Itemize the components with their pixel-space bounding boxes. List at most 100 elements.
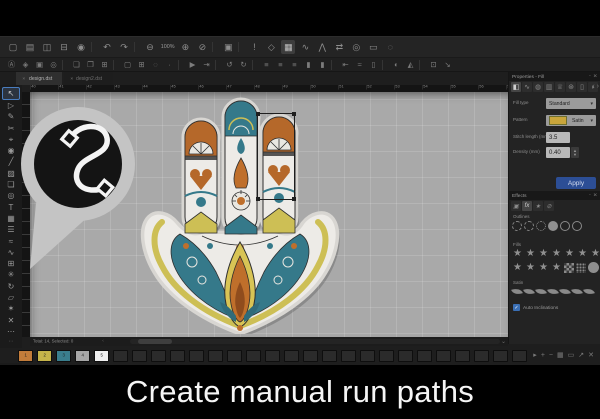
color-chip[interactable] <box>132 350 147 362</box>
fill-style-6[interactable]: ★ <box>577 248 588 259</box>
close-tab-icon[interactable]: × <box>70 76 73 81</box>
warning-icon[interactable]: ! <box>247 40 261 54</box>
save-icon[interactable]: ◫ <box>40 40 54 54</box>
outline-view-icon[interactable]: ◌ <box>383 40 397 54</box>
zoom-out-icon[interactable]: ⊖ <box>143 40 157 54</box>
dot-icon[interactable]: · <box>164 59 175 70</box>
color-chip[interactable] <box>493 350 508 362</box>
add-color-icon[interactable]: + <box>541 352 545 359</box>
node-view-icon[interactable]: ⋀ <box>315 40 329 54</box>
pin-icon[interactable]: ◦ <box>589 193 591 199</box>
effects-tool[interactable]: ✳ <box>3 270 19 281</box>
rotate-45-icon[interactable]: ◭ <box>405 59 416 70</box>
outline-style-4[interactable] <box>548 221 558 231</box>
outline-tool[interactable]: ▱ <box>3 292 19 303</box>
color-chip[interactable] <box>303 350 318 362</box>
expand-icon[interactable]: ↘ <box>442 59 453 70</box>
apply-button[interactable]: Apply <box>556 177 596 189</box>
export-icon[interactable]: ◉ <box>74 40 88 54</box>
color-chip[interactable] <box>189 350 204 362</box>
fill-style-checker[interactable] <box>564 263 574 273</box>
fill-style-11[interactable]: ★ <box>551 262 562 273</box>
fill-style-9[interactable]: ★ <box>525 262 536 273</box>
redo-icon[interactable]: ↷ <box>117 40 131 54</box>
color-chip[interactable]: 5 <box>94 350 109 362</box>
hoop-icon[interactable]: ▣ <box>221 40 235 54</box>
sequence-start-icon[interactable]: ▶ <box>187 59 198 70</box>
color-chip[interactable] <box>151 350 166 362</box>
close-tab-icon[interactable]: × <box>22 76 25 81</box>
fill-style-blob[interactable] <box>588 262 599 273</box>
flip-h-icon[interactable]: ⇤ <box>340 59 351 70</box>
outline-style-3[interactable] <box>536 221 546 231</box>
pan-tool[interactable]: ◉ <box>3 145 19 156</box>
density-stepper[interactable]: ▲▼ <box>571 147 579 158</box>
fill-shape-icon[interactable]: ▣ <box>34 59 45 70</box>
satin-style-6[interactable] <box>571 287 583 297</box>
color-chip[interactable] <box>417 350 432 362</box>
divider[interactable] <box>215 60 221 70</box>
color-chip[interactable]: 2 <box>37 350 52 362</box>
remove-color-icon[interactable]: − <box>549 352 553 359</box>
rotate-tool[interactable]: ↻ <box>3 281 19 292</box>
fill-style-8[interactable]: ★ <box>512 262 523 273</box>
zoom-tool[interactable]: ⌖ <box>3 134 19 145</box>
print-icon[interactable]: ⊟ <box>57 40 71 54</box>
etab-shape[interactable]: ▣ <box>511 201 521 211</box>
color-chip[interactable] <box>284 350 299 362</box>
color-chip[interactable] <box>322 350 337 362</box>
color-chip[interactable] <box>455 350 470 362</box>
star-tool[interactable]: ✶ <box>3 304 19 315</box>
ptab-hoop[interactable]: ◍ <box>533 82 543 92</box>
fit-hoop-icon[interactable]: ⊡ <box>428 59 439 70</box>
horizontal-scrollbar[interactable] <box>130 339 500 344</box>
image-tool[interactable]: ▨ <box>3 168 19 179</box>
etab-none[interactable]: ⊘ <box>544 201 554 211</box>
fill-style-5[interactable]: ★ <box>564 248 575 259</box>
selection-handle[interactable] <box>292 112 296 116</box>
align-center-icon[interactable]: ≡ <box>275 59 286 70</box>
divider[interactable] <box>212 42 218 52</box>
reshape-tool[interactable]: ⊞ <box>3 258 19 269</box>
distribute-h-icon[interactable]: ▮ <box>303 59 314 70</box>
lettering-icon[interactable]: Ⓐ <box>6 59 17 70</box>
divider[interactable] <box>91 42 97 52</box>
tab-design-dst[interactable]: × design.dst <box>16 72 62 85</box>
fill-style-4[interactable]: ★ <box>551 248 562 259</box>
distribute-v-icon[interactable]: ▮ <box>317 59 328 70</box>
divider[interactable] <box>62 60 68 70</box>
mirror-icon[interactable]: ◐ <box>391 59 402 70</box>
sequence-end-icon[interactable]: ⇥ <box>201 59 212 70</box>
monogram-icon[interactable]: ◈ <box>20 59 31 70</box>
satin-style-2[interactable] <box>523 287 535 297</box>
design-canvas[interactable] <box>30 92 508 337</box>
outline-style-6[interactable] <box>572 221 582 231</box>
thread-chart-icon[interactable]: ▦ <box>557 352 564 359</box>
combine-icon[interactable]: ⊞ <box>99 59 110 70</box>
zoom-in-icon[interactable]: ⊕ <box>178 40 192 54</box>
etab-fx[interactable]: fx <box>522 201 532 211</box>
auto-inclinations-checkbox[interactable]: ✓ <box>513 304 520 311</box>
divider[interactable] <box>113 60 119 70</box>
color-chip[interactable] <box>265 350 280 362</box>
node-edit-tool[interactable]: ▷ <box>3 100 19 111</box>
color-note-icon[interactable]: ▭ <box>568 352 575 359</box>
color-chip[interactable] <box>360 350 375 362</box>
view-3d-icon[interactable]: ◇ <box>264 40 278 54</box>
color-chip[interactable] <box>474 350 489 362</box>
pin-icon[interactable]: ◦ <box>589 74 591 80</box>
outline-style-5[interactable] <box>560 221 570 231</box>
ungroup-icon[interactable]: ❐ <box>85 59 96 70</box>
divider[interactable] <box>134 42 140 52</box>
panel-toggle-icon[interactable]: ▭ <box>366 40 380 54</box>
new-file-icon[interactable]: ▢ <box>6 40 20 54</box>
zoom-reset-icon[interactable]: ⊘ <box>195 40 209 54</box>
color-chip[interactable]: 4 <box>75 350 90 362</box>
satin-style-4[interactable] <box>547 287 559 297</box>
ring-icon[interactable]: ◌ <box>150 59 161 70</box>
divider[interactable] <box>178 60 184 70</box>
stitch-view-icon[interactable]: ∿ <box>298 40 312 54</box>
select-tool[interactable]: ↖ <box>2 87 20 100</box>
tabs-nav-icons[interactable]: ‹ › <box>592 83 599 90</box>
satin-style-1[interactable] <box>511 287 523 297</box>
